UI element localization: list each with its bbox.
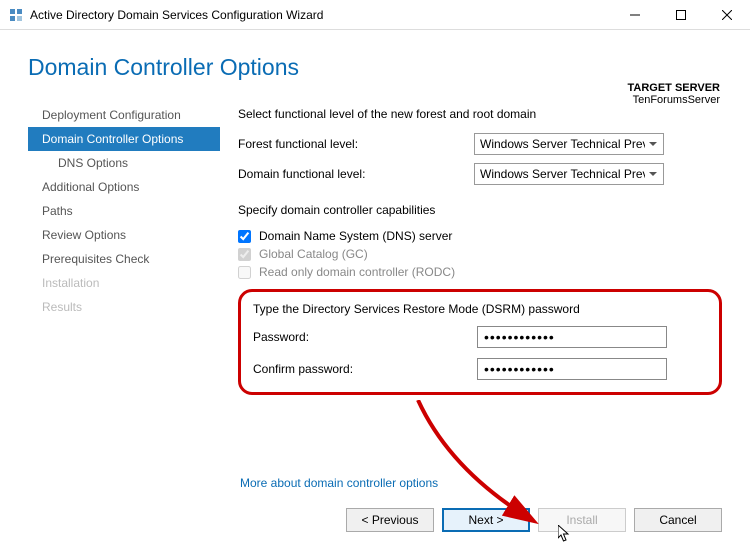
domain-level-select[interactable]: Windows Server Technical Previe xyxy=(474,163,664,185)
title-bar: Active Directory Domain Services Configu… xyxy=(0,0,750,30)
minimize-button[interactable] xyxy=(612,0,658,30)
wizard-sidebar: Deployment ConfigurationDomain Controlle… xyxy=(28,103,220,395)
maximize-button[interactable] xyxy=(658,0,704,30)
sidebar-item-review-options[interactable]: Review Options xyxy=(28,223,220,247)
functional-level-heading: Select functional level of the new fores… xyxy=(238,107,722,121)
sidebar-item-results: Results xyxy=(28,295,220,319)
confirm-password-input[interactable] xyxy=(477,358,667,380)
app-icon xyxy=(8,7,24,23)
sidebar-item-domain-controller-options[interactable]: Domain Controller Options xyxy=(28,127,220,151)
more-about-link[interactable]: More about domain controller options xyxy=(240,476,438,490)
target-server-label: TARGET SERVER xyxy=(628,82,721,94)
forest-level-label: Forest functional level: xyxy=(238,137,474,151)
sidebar-item-deployment-configuration[interactable]: Deployment Configuration xyxy=(28,103,220,127)
page-title: Domain Controller Options xyxy=(28,54,722,81)
sidebar-item-dns-options[interactable]: DNS Options xyxy=(28,151,220,175)
rodc-checkbox-label: Read only domain controller (RODC) xyxy=(259,265,455,279)
sidebar-item-installation: Installation xyxy=(28,271,220,295)
domain-level-label: Domain functional level: xyxy=(238,167,474,181)
rodc-checkbox-row: Read only domain controller (RODC) xyxy=(238,265,722,279)
password-label: Password: xyxy=(253,330,477,344)
dns-checkbox[interactable] xyxy=(238,230,251,243)
window-title: Active Directory Domain Services Configu… xyxy=(30,8,612,22)
gc-checkbox xyxy=(238,248,251,261)
dns-checkbox-label: Domain Name System (DNS) server xyxy=(259,229,452,243)
sidebar-item-prerequisites-check[interactable]: Prerequisites Check xyxy=(28,247,220,271)
main-panel: Select functional level of the new fores… xyxy=(220,103,722,395)
gc-checkbox-row: Global Catalog (GC) xyxy=(238,247,722,261)
sidebar-item-additional-options[interactable]: Additional Options xyxy=(28,175,220,199)
next-button[interactable]: Next > xyxy=(442,508,530,532)
dsrm-heading: Type the Directory Services Restore Mode… xyxy=(253,302,707,316)
previous-button[interactable]: < Previous xyxy=(346,508,434,532)
dsrm-callout: Type the Directory Services Restore Mode… xyxy=(238,289,722,395)
forest-level-select[interactable]: Windows Server Technical Previe xyxy=(474,133,664,155)
sidebar-item-paths[interactable]: Paths xyxy=(28,199,220,223)
cancel-button[interactable]: Cancel xyxy=(634,508,722,532)
capabilities-heading: Specify domain controller capabilities xyxy=(238,203,722,217)
footer-buttons: < Previous Next > Install Cancel xyxy=(346,508,722,532)
rodc-checkbox xyxy=(238,266,251,279)
install-button: Install xyxy=(538,508,626,532)
cursor-icon xyxy=(558,525,572,543)
close-button[interactable] xyxy=(704,0,750,30)
confirm-password-label: Confirm password: xyxy=(253,362,477,376)
dns-checkbox-row[interactable]: Domain Name System (DNS) server xyxy=(238,229,722,243)
password-input[interactable] xyxy=(477,326,667,348)
gc-checkbox-label: Global Catalog (GC) xyxy=(259,247,368,261)
